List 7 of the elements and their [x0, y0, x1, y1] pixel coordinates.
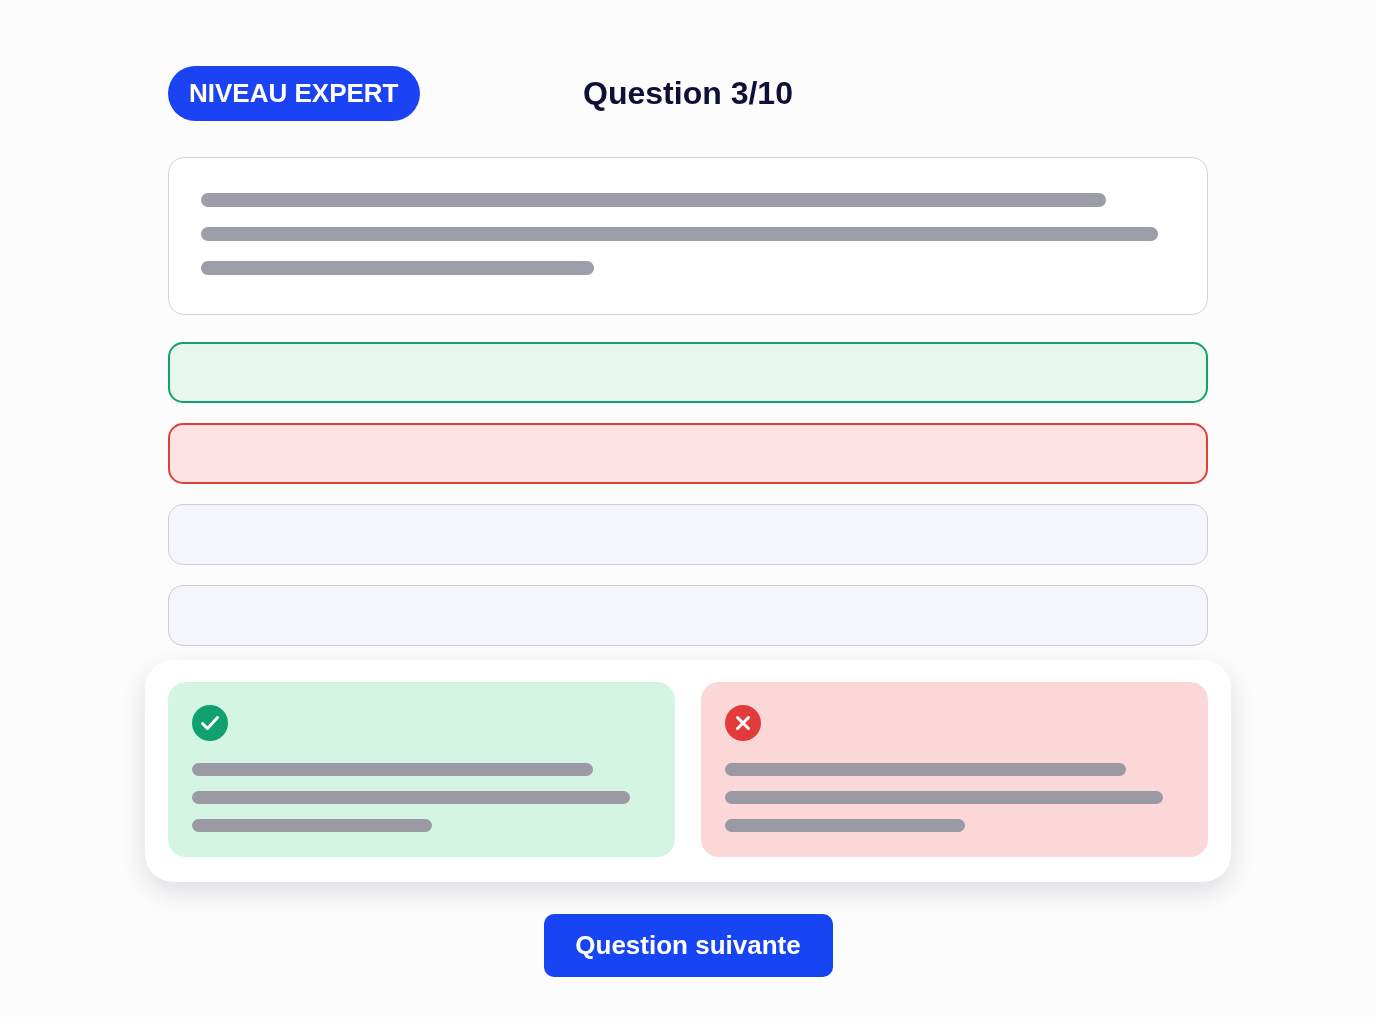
check-circle-icon [192, 705, 228, 741]
cross-circle-icon [725, 705, 761, 741]
answer-option[interactable] [168, 342, 1208, 403]
next-question-button[interactable]: Question suivante [543, 914, 833, 977]
question-counter: Question 3/10 [583, 75, 793, 112]
answer-option[interactable] [168, 423, 1208, 484]
level-badge: NIVEAU EXPERT [168, 66, 420, 121]
